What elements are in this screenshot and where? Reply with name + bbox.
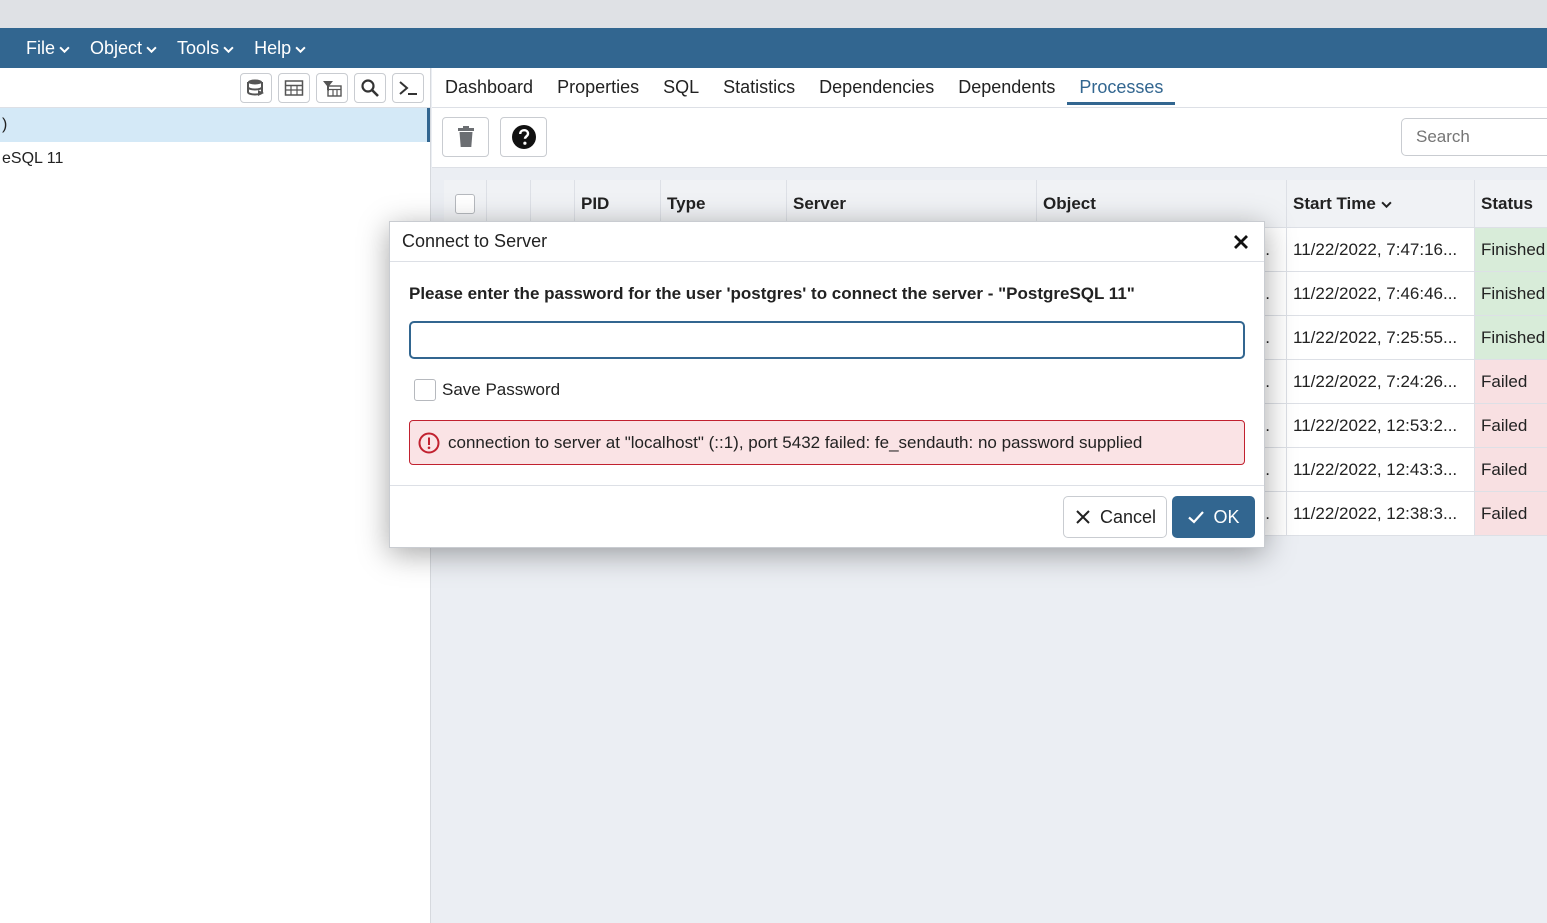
cancel-button[interactable]: Cancel bbox=[1063, 496, 1167, 538]
tab-properties[interactable]: Properties bbox=[545, 68, 651, 107]
ok-button[interactable]: OK bbox=[1172, 496, 1255, 538]
column-header-start-time[interactable]: Start Time bbox=[1287, 180, 1475, 228]
menu-tools[interactable]: Tools bbox=[177, 38, 234, 59]
cell-status: Finished bbox=[1475, 316, 1547, 359]
cell-start-time: 11/22/2022, 7:46:46... bbox=[1287, 272, 1475, 315]
filtered-rows-button[interactable] bbox=[316, 72, 348, 103]
tab-dependents[interactable]: Dependents bbox=[946, 68, 1067, 107]
chevron-down-icon bbox=[146, 46, 157, 53]
tab-processes[interactable]: Processes bbox=[1067, 68, 1176, 107]
cell-start-time: 11/22/2022, 7:24:26... bbox=[1287, 360, 1475, 403]
main-tabs: Dashboard Properties SQL Statistics Depe… bbox=[432, 68, 1547, 108]
psql-tool-button[interactable] bbox=[392, 72, 424, 103]
error-message-box: connection to server at "localhost" (::1… bbox=[409, 420, 1245, 465]
cell-status: Failed bbox=[1475, 492, 1547, 535]
menu-file[interactable]: File bbox=[26, 38, 70, 59]
save-password-checkbox[interactable] bbox=[414, 379, 436, 401]
terminal-icon bbox=[399, 80, 417, 95]
chevron-down-icon bbox=[223, 46, 234, 53]
tree-item-servers[interactable]: ) bbox=[0, 108, 430, 142]
close-icon[interactable] bbox=[1230, 231, 1252, 253]
cell-start-time: 11/22/2022, 7:25:55... bbox=[1287, 316, 1475, 359]
select-all-checkbox[interactable] bbox=[455, 194, 475, 214]
dialog-footer: Cancel OK bbox=[390, 485, 1264, 547]
column-header-start-time-label: Start Time bbox=[1293, 194, 1376, 213]
search-objects-button[interactable] bbox=[354, 72, 386, 103]
database-icon bbox=[247, 79, 264, 96]
cell-status: Finished bbox=[1475, 228, 1547, 271]
menu-object-label: Object bbox=[90, 37, 143, 58]
table-icon bbox=[284, 79, 304, 96]
save-password-row: Save Password bbox=[414, 379, 560, 401]
chevron-down-icon bbox=[295, 46, 306, 53]
processes-toolbar bbox=[432, 108, 1547, 168]
tab-dashboard[interactable]: Dashboard bbox=[433, 68, 545, 107]
menu-file-label: File bbox=[26, 37, 56, 58]
cancel-button-label: Cancel bbox=[1099, 506, 1157, 527]
tree-item-postgresql-11[interactable]: eSQL 11 bbox=[0, 142, 430, 176]
view-data-button[interactable] bbox=[278, 72, 310, 103]
tab-statistics[interactable]: Statistics bbox=[711, 68, 807, 107]
save-password-label[interactable]: Save Password bbox=[442, 380, 560, 400]
error-message-text: connection to server at "localhost" (::1… bbox=[448, 432, 1143, 452]
cell-start-time: 11/22/2022, 7:47:16... bbox=[1287, 228, 1475, 271]
tab-sql[interactable]: SQL bbox=[651, 68, 711, 107]
cell-status: Failed bbox=[1475, 448, 1547, 491]
menu-object[interactable]: Object bbox=[90, 38, 157, 59]
checkmark-icon bbox=[1188, 511, 1205, 524]
cell-start-time: 11/22/2022, 12:38:3... bbox=[1287, 492, 1475, 535]
search-input[interactable] bbox=[1401, 118, 1547, 156]
query-tool-button[interactable] bbox=[240, 72, 272, 103]
dialog-message: Please enter the password for the user '… bbox=[409, 284, 1135, 303]
menu-help-label: Help bbox=[254, 37, 292, 58]
menu-help[interactable]: Help bbox=[254, 38, 306, 59]
dialog-header: Connect to Server bbox=[390, 222, 1264, 262]
delete-button[interactable] bbox=[442, 117, 489, 157]
tab-dependencies[interactable]: Dependencies bbox=[807, 68, 946, 107]
alert-circle-icon bbox=[418, 432, 440, 453]
window-top-strip bbox=[0, 0, 1547, 28]
search-icon bbox=[361, 78, 379, 97]
column-header-status[interactable]: Status bbox=[1475, 180, 1547, 228]
chevron-down-icon bbox=[59, 46, 70, 53]
cell-status: Failed bbox=[1475, 404, 1547, 447]
connect-to-server-dialog: Connect to Server Please enter the passw… bbox=[389, 221, 1265, 548]
close-icon bbox=[1076, 510, 1090, 524]
help-icon bbox=[511, 125, 536, 149]
menu-tools-label: Tools bbox=[177, 37, 220, 58]
browser-toolbar bbox=[0, 68, 430, 108]
tree-item-label: eSQL 11 bbox=[2, 150, 64, 167]
cell-status: Failed bbox=[1475, 360, 1547, 403]
object-browser: ) eSQL 11 bbox=[0, 68, 431, 923]
filtered-table-icon bbox=[323, 80, 342, 97]
help-button[interactable] bbox=[500, 117, 547, 157]
tree-item-label: ) bbox=[2, 116, 8, 133]
cell-status: Finished bbox=[1475, 272, 1547, 315]
password-input[interactable] bbox=[409, 321, 1245, 359]
sort-descending-icon bbox=[1381, 201, 1392, 208]
ok-button-label: OK bbox=[1213, 506, 1240, 527]
dialog-title: Connect to Server bbox=[402, 231, 548, 251]
cell-start-time: 11/22/2022, 12:43:3... bbox=[1287, 448, 1475, 491]
menu-bar: File Object Tools Help bbox=[0, 28, 1547, 68]
trash-icon bbox=[457, 126, 474, 147]
cell-start-time: 11/22/2022, 12:53:2... bbox=[1287, 404, 1475, 447]
